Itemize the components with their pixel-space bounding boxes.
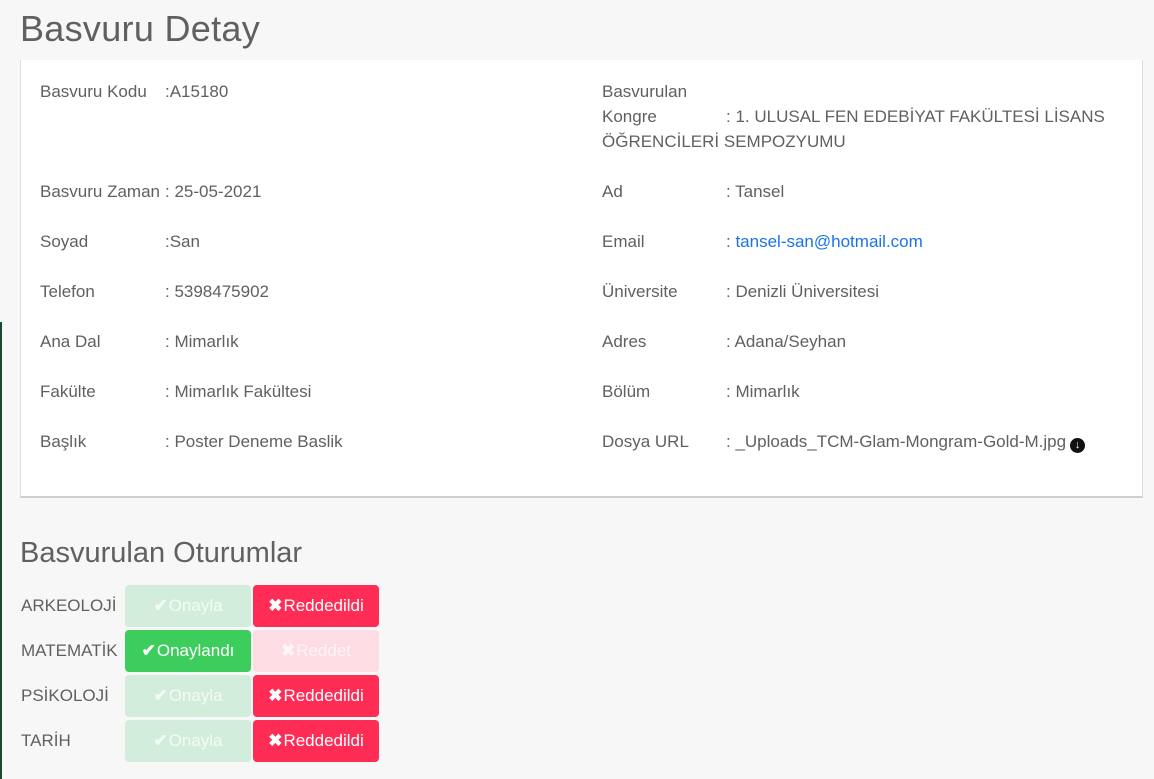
cross-icon: ✖ (268, 686, 283, 705)
field-label: Ana Dal (40, 332, 101, 351)
reject-button[interactable]: ✖Reddedildi (253, 675, 379, 717)
field-label: Bölüm (602, 382, 651, 401)
field-value: : Mimarlık Fakültesi (165, 382, 312, 401)
detail-card: Basvuru Kodu :A15180 Basvuru Zaman : 25-… (20, 60, 1143, 498)
field-value: : tansel-san@hotmail.com (726, 229, 923, 254)
field-label: Ad (602, 182, 623, 201)
field-label: Basvuru Kodu (40, 82, 147, 101)
session-name: TARİH (21, 731, 71, 750)
field-label: Üniversite (602, 282, 678, 301)
check-icon: ✔ (141, 641, 156, 660)
reject-label: Reddet (296, 641, 352, 660)
approve-label: Onayla (168, 731, 223, 750)
approve-label: Onayla (168, 686, 223, 705)
file-name: : _Uploads_TCM-Glam-Mongram-Gold-M.jpg (726, 432, 1067, 451)
field-label: Kongre (602, 107, 657, 126)
cross-icon: ✖ (268, 596, 283, 615)
reject-button[interactable]: ✖Reddedildi (253, 720, 379, 762)
reject-button[interactable]: ✖Reddet (253, 630, 379, 672)
field-value: :San (165, 232, 200, 251)
field-label: Adres (602, 332, 647, 351)
field-value: : Mimarlık (726, 382, 800, 401)
field-value: : Tansel (726, 182, 785, 201)
left-edge-bar (0, 322, 2, 779)
session-name: MATEMATİK (21, 641, 118, 660)
field-value: : Mimarlık (165, 332, 239, 351)
field-label: Basvurulan (602, 82, 688, 101)
approve-button[interactable]: ✔Onayla (125, 585, 251, 627)
field-label: Basvuru Zaman (40, 182, 160, 201)
field-label: Başlık (40, 432, 87, 451)
field-value: : _Uploads_TCM-Glam-Mongram-Gold-M.jpg ↓ (726, 429, 1086, 454)
check-icon: ✔ (153, 596, 168, 615)
check-icon: ✔ (153, 686, 168, 705)
cross-icon: ✖ (280, 641, 296, 660)
session-name: ARKEOLOJİ (21, 596, 117, 615)
download-icon[interactable]: ↓ (1070, 438, 1086, 453)
sessions-title: Basvurulan Oturumlar (20, 537, 303, 569)
check-icon: ✔ (153, 731, 168, 750)
field-value: :A15180 (165, 82, 229, 101)
approve-button[interactable]: ✔Onayla (125, 675, 251, 717)
reject-label: Reddedildi (283, 686, 364, 705)
reject-button[interactable]: ✖Reddedildi (253, 585, 379, 627)
field-label: Email (602, 232, 645, 251)
field-value-continued: ÖĞRENCİLERİ SEMPOZYUMU (602, 132, 846, 151)
reject-label: Reddedildi (283, 596, 364, 615)
field-value: : Poster Deneme Baslik (165, 432, 343, 451)
cross-icon: ✖ (268, 731, 283, 750)
session-name: PSİKOLOJİ (21, 686, 109, 705)
field-value: : 25-05-2021 (165, 182, 262, 201)
approve-label: Onayla (168, 596, 223, 615)
approve-button[interactable]: ✔Onaylandı (125, 630, 251, 672)
email-link[interactable]: tansel-san@hotmail.com (735, 232, 922, 251)
field-value: : 5398475902 (165, 282, 269, 301)
approve-button[interactable]: ✔Onayla (125, 720, 251, 762)
field-label: Soyad (40, 232, 89, 251)
approve-label: Onaylandı (156, 641, 235, 660)
field-label: Fakülte (40, 382, 96, 401)
reject-label: Reddedildi (283, 731, 364, 750)
field-value: : Adana/Seyhan (726, 332, 847, 351)
field-label: Telefon (40, 282, 95, 301)
field-value: : 1. ULUSAL FEN EDEBİYAT FAKÜLTESİ LİSAN… (726, 107, 1105, 126)
page-title: Basvuru Detay (20, 8, 261, 49)
field-label: Dosya URL (602, 432, 689, 451)
field-value: : Denizli Üniversitesi (726, 282, 880, 301)
